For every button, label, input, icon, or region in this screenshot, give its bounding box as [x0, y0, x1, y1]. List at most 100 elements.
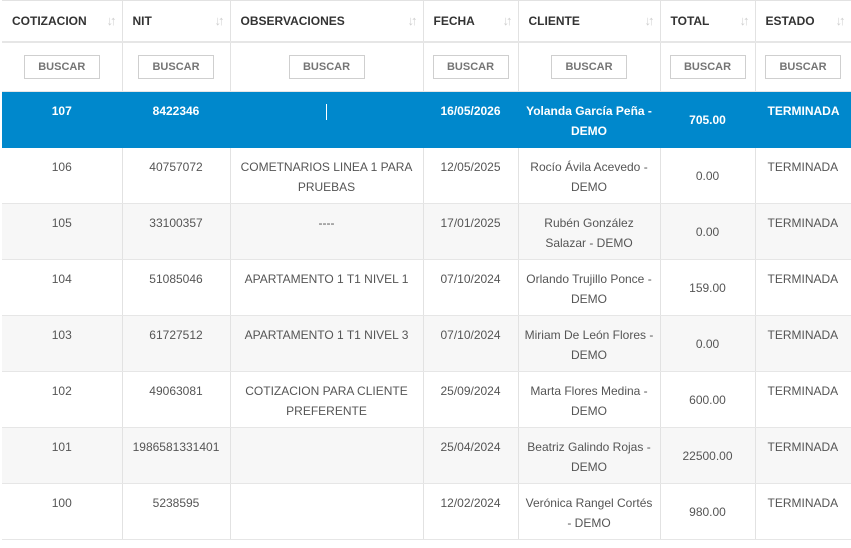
column-header-cliente[interactable]: CLIENTE ↓↑ — [518, 0, 661, 43]
sort-arrows-icon[interactable]: ↓↑ — [740, 13, 750, 28]
cell-observaciones[interactable] — [230, 91, 424, 148]
column-header-observaciones[interactable]: OBSERVACIONES ↓↑ — [230, 0, 424, 43]
cell-total: 0.00 — [660, 315, 756, 372]
header-row: COTIZACION ↓↑ NIT ↓↑ OBSERVACIONES ↓↑ FECHA… — [2, 0, 851, 43]
cell-observaciones: COTIZACION PARA CLIENTE PREFERENTE — [230, 371, 424, 428]
cell-fecha: 17/01/2025 — [423, 203, 519, 260]
cell-total: 705.00 — [660, 91, 756, 148]
sort-arrows-icon[interactable]: ↓↑ — [215, 13, 225, 28]
quotes-table: COTIZACION ↓↑ NIT ↓↑ OBSERVACIONES ↓↑ FECHA… — [2, 0, 851, 540]
column-header-nit[interactable]: NIT ↓↑ — [122, 0, 231, 43]
cell-cotizacion: 107 — [2, 91, 123, 148]
search-input-cliente[interactable] — [551, 55, 627, 79]
cell-fecha: 12/02/2024 — [423, 483, 519, 540]
cell-total: 0.00 — [660, 203, 756, 260]
cell-nit: 33100357 — [122, 203, 231, 260]
cell-nit: 49063081 — [122, 371, 231, 428]
cell-total: 159.00 — [660, 259, 756, 316]
search-input-observaciones[interactable] — [288, 55, 365, 79]
cell-nit: 1986581331401 — [122, 427, 231, 484]
cell-fecha: 12/05/2025 — [423, 147, 519, 204]
table-row[interactable]: 103 61727512 APARTAMENTO 1 T1 NIVEL 3 07… — [2, 315, 851, 372]
table-row[interactable]: 106 40757072 COMETNARIOS LINEA 1 PARA PR… — [2, 147, 851, 204]
column-header-total[interactable]: TOTAL ↓↑ — [660, 0, 756, 43]
column-header-cotizacion[interactable]: COTIZACION ↓↑ — [2, 0, 123, 43]
cell-nit: 61727512 — [122, 315, 231, 372]
cell-estado: TERMINADA — [755, 371, 851, 428]
cell-estado: TERMINADA — [755, 259, 851, 316]
cell-total: 980.00 — [660, 483, 756, 540]
header-label: CLIENTE — [528, 14, 580, 28]
search-input-nit[interactable] — [138, 55, 214, 79]
filter-cell — [660, 42, 756, 92]
cell-estado: TERMINADA — [755, 203, 851, 260]
cell-observaciones: APARTAMENTO 1 T1 NIVEL 3 — [230, 315, 424, 372]
cell-observaciones — [230, 483, 424, 540]
header-label: ESTADO — [765, 14, 815, 28]
cell-estado: TERMINADA — [755, 315, 851, 372]
sort-arrows-icon[interactable]: ↓↑ — [408, 13, 418, 28]
cell-cotizacion: 101 — [2, 427, 123, 484]
sort-arrows-icon[interactable]: ↓↑ — [836, 13, 846, 28]
filter-cell — [122, 42, 231, 92]
column-header-estado[interactable]: ESTADO ↓↑ — [755, 0, 851, 43]
header-label: OBSERVACIONES — [240, 14, 345, 28]
cell-nit: 40757072 — [122, 147, 231, 204]
sort-arrows-icon[interactable]: ↓↑ — [645, 13, 655, 28]
sort-arrows-icon[interactable]: ↓↑ — [107, 13, 117, 28]
cell-estado: TERMINADA — [755, 483, 851, 540]
cell-cliente: Marta Flores Medina - DEMO — [518, 371, 661, 428]
cell-fecha: 25/04/2024 — [423, 427, 519, 484]
search-input-cotizacion[interactable] — [23, 55, 100, 79]
cell-cotizacion: 106 — [2, 147, 123, 204]
cell-cliente: Orlando Trujillo Ponce - DEMO — [518, 259, 661, 316]
search-input-total[interactable] — [669, 55, 746, 79]
cell-cotizacion: 100 — [2, 483, 123, 540]
cell-cliente: Miriam De León Flores - DEMO — [518, 315, 661, 372]
table-row[interactable]: 104 51085046 APARTAMENTO 1 T1 NIVEL 1 07… — [2, 259, 851, 316]
filter-cell — [423, 42, 519, 92]
cell-total: 600.00 — [660, 371, 756, 428]
cell-estado: TERMINADA — [755, 427, 851, 484]
cell-total: 0.00 — [660, 147, 756, 204]
header-label: COTIZACION — [12, 14, 87, 28]
table-row[interactable]: 101 1986581331401 25/04/2024 Beatriz Gal… — [2, 427, 851, 484]
cell-observaciones: APARTAMENTO 1 T1 NIVEL 1 — [230, 259, 424, 316]
cell-nit: 51085046 — [122, 259, 231, 316]
search-input-estado[interactable] — [765, 55, 841, 79]
cell-cotizacion: 105 — [2, 203, 123, 260]
text-caret — [326, 103, 327, 120]
cell-cliente: Rocío Ávila Acevedo - DEMO — [518, 147, 661, 204]
cell-observaciones: ---- — [230, 203, 424, 260]
cell-fecha: 07/10/2024 — [423, 315, 519, 372]
column-header-fecha[interactable]: FECHA ↓↑ — [423, 0, 519, 43]
cell-cotizacion: 104 — [2, 259, 123, 316]
cell-nit: 5238595 — [122, 483, 231, 540]
cell-fecha: 25/09/2024 — [423, 371, 519, 428]
table-row-selected[interactable]: 107 8422346 16/05/2026 Yolanda García Pe… — [2, 91, 851, 148]
table-row[interactable]: 100 5238595 12/02/2024 Verónica Rangel C… — [2, 483, 851, 540]
cell-fecha: 07/10/2024 — [423, 259, 519, 316]
header-label: FECHA — [433, 14, 475, 28]
cell-cliente: Verónica Rangel Cortés - DEMO — [518, 483, 661, 540]
cell-observaciones — [230, 427, 424, 484]
cell-estado: TERMINADA — [755, 91, 851, 148]
cell-total: 22500.00 — [660, 427, 756, 484]
filter-cell — [230, 42, 424, 92]
filter-cell — [755, 42, 851, 92]
sort-arrows-icon[interactable]: ↓↑ — [503, 13, 513, 28]
filter-cell — [2, 42, 123, 92]
header-label: TOTAL — [670, 14, 710, 28]
cell-observaciones: COMETNARIOS LINEA 1 PARA PRUEBAS — [230, 147, 424, 204]
filter-cell — [518, 42, 661, 92]
table-row[interactable]: 105 33100357 ---- 17/01/2025 Rubén Gonzá… — [2, 203, 851, 260]
search-input-fecha[interactable] — [432, 55, 509, 79]
cell-nit: 8422346 — [122, 91, 231, 148]
filter-row — [2, 42, 851, 92]
quotes-table-container: COTIZACION ↓↑ NIT ↓↑ OBSERVACIONES ↓↑ FECHA… — [0, 0, 851, 548]
cell-cotizacion: 102 — [2, 371, 123, 428]
cell-cotizacion: 103 — [2, 315, 123, 372]
cell-estado: TERMINADA — [755, 147, 851, 204]
cell-cliente: Yolanda García Peña - DEMO — [518, 91, 661, 148]
table-row[interactable]: 102 49063081 COTIZACION PARA CLIENTE PRE… — [2, 371, 851, 428]
